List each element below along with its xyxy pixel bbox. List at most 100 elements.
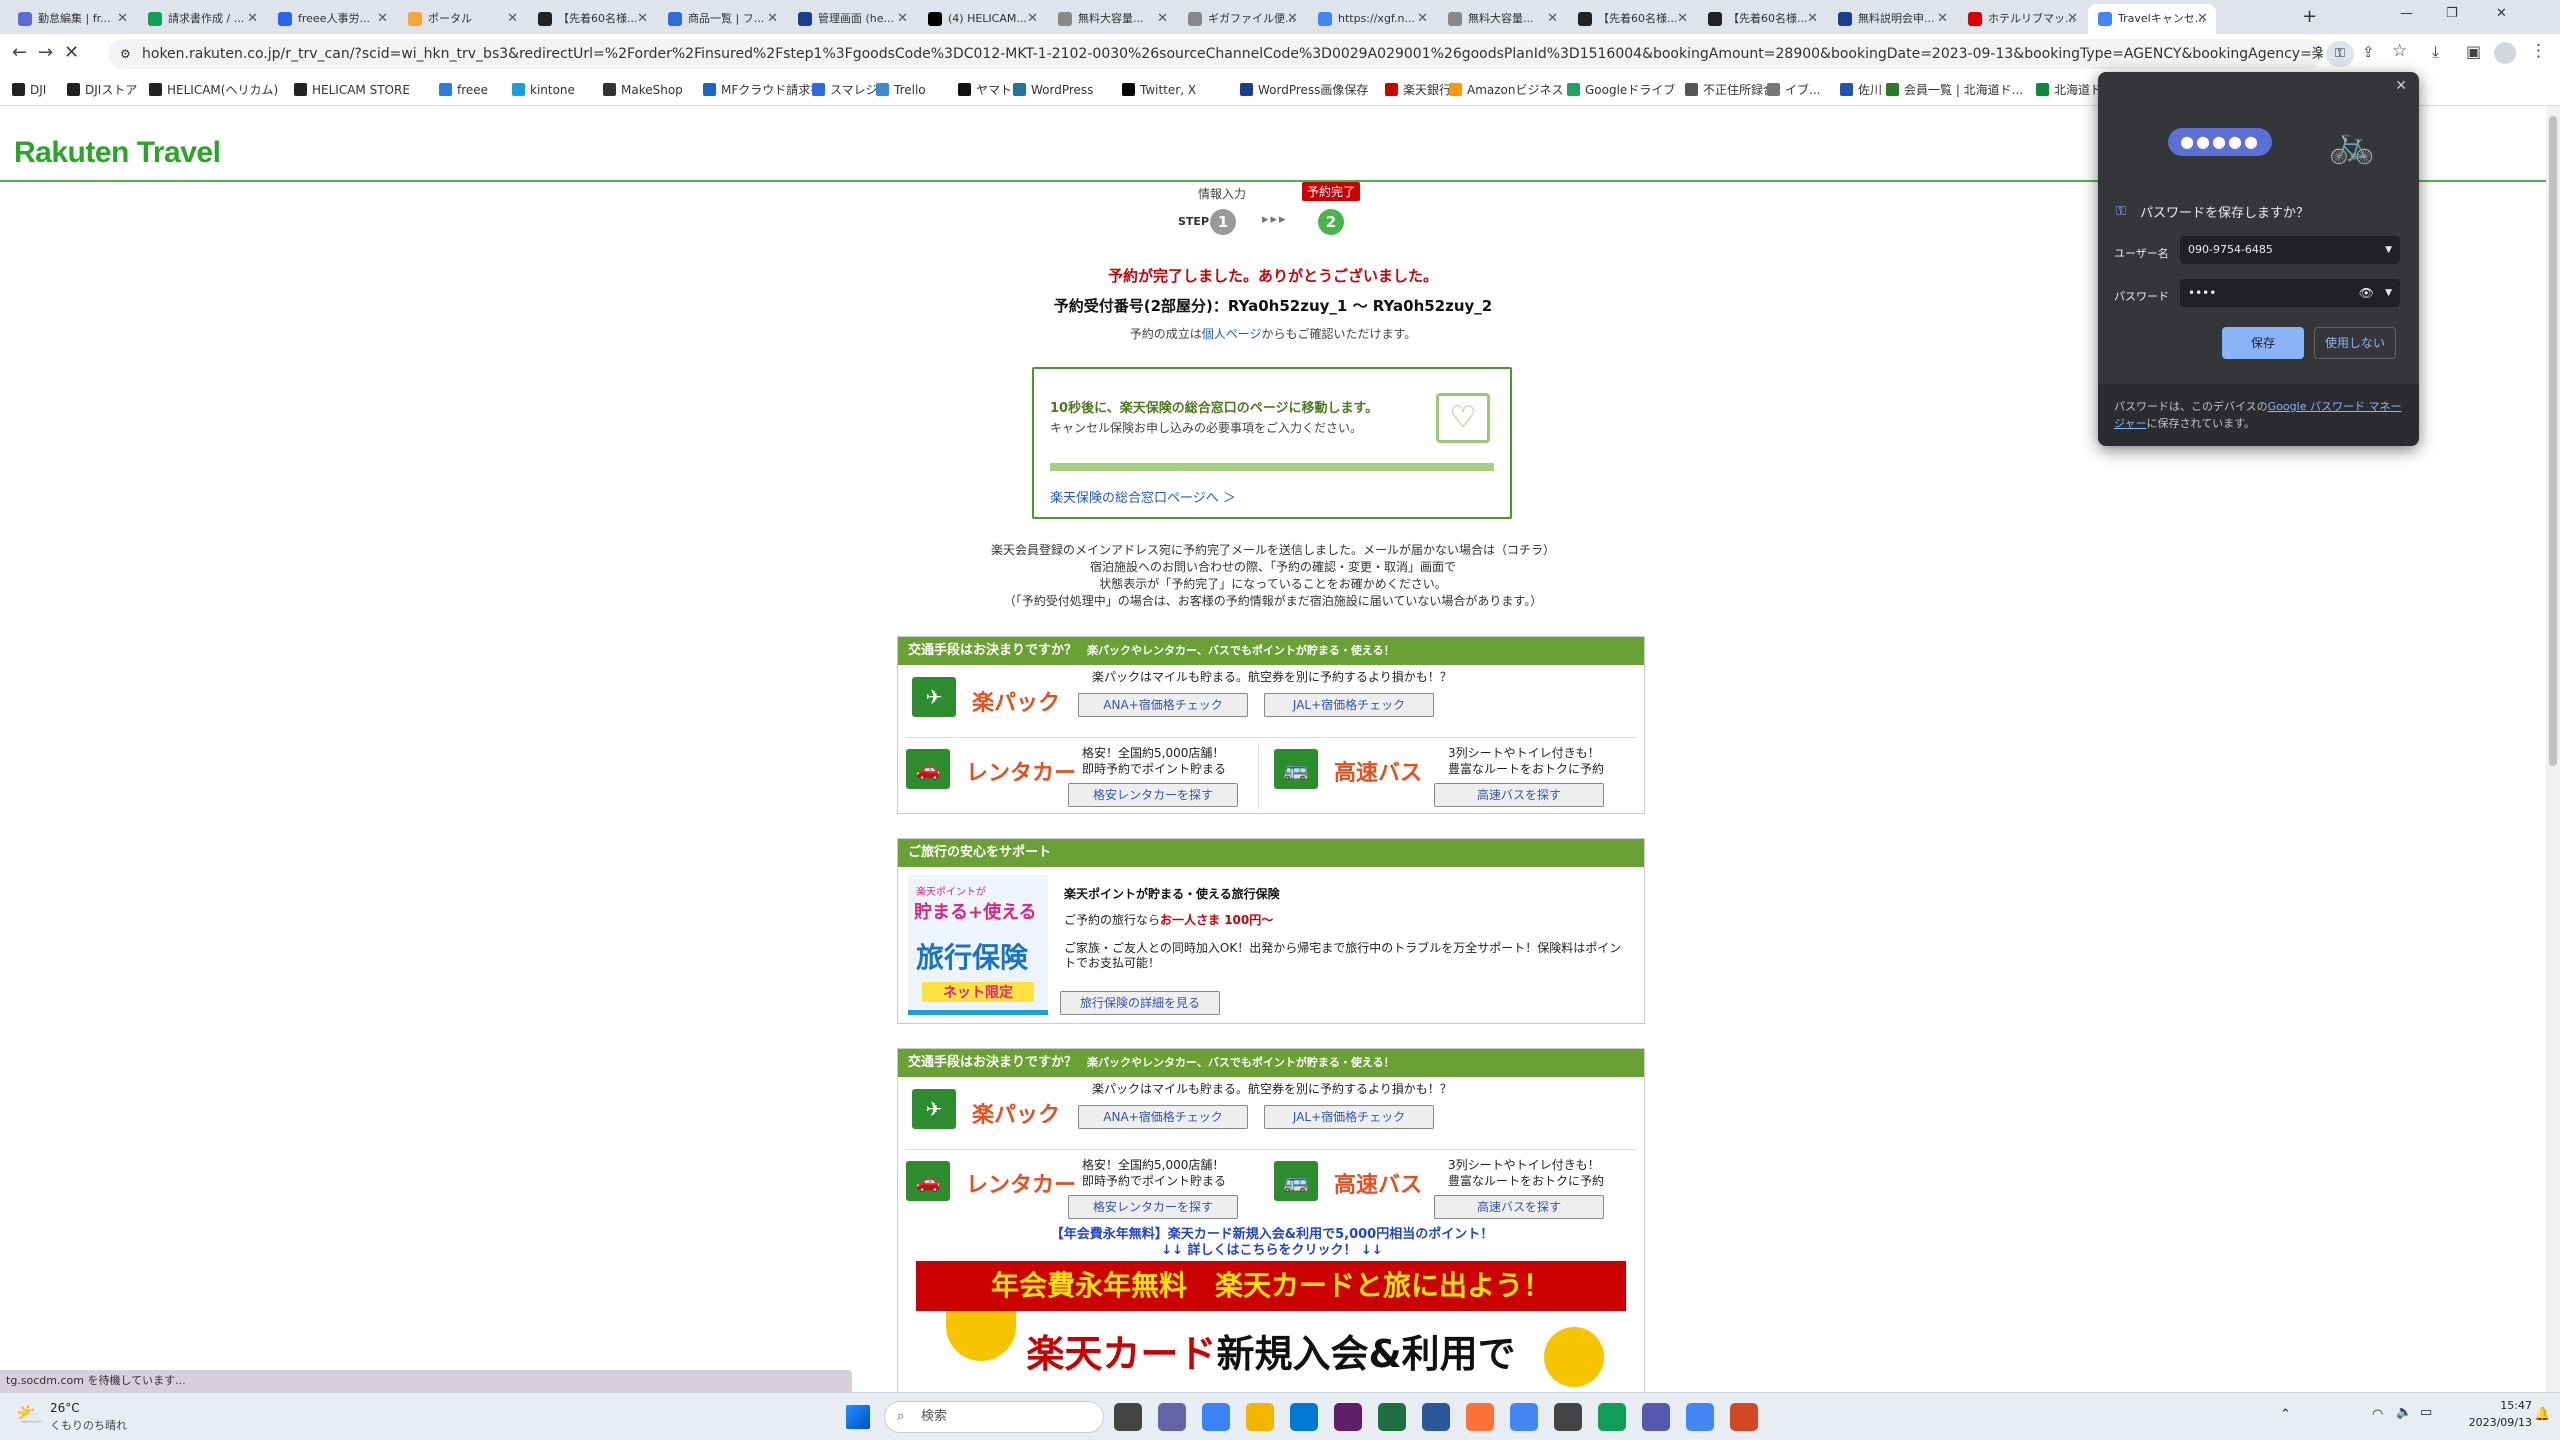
bookmark-item[interactable]: freee	[439, 74, 488, 106]
browser-tab[interactable]: 勤怠編集 | fr... ✕	[8, 4, 136, 34]
browser-tab[interactable]: ポータル ✕	[398, 4, 526, 34]
profile-avatar[interactable]	[2494, 42, 2516, 64]
card-promo-line2[interactable]: ↓↓ 詳しくはこちらをクリック！ ↓↓	[898, 1239, 1646, 1258]
bookmark-item[interactable]: 不正住所録合	[1685, 74, 1775, 106]
back-icon[interactable]: ←	[12, 42, 27, 63]
bookmark-item[interactable]: HELICAM STORE	[294, 74, 410, 106]
bookmark-item[interactable]: Trello	[876, 74, 926, 106]
tab-close-icon[interactable]: ✕	[247, 4, 258, 34]
key-icon[interactable]: ⚿	[2326, 41, 2354, 67]
settings-icon[interactable]	[1290, 1403, 1318, 1431]
tab-close-icon[interactable]: ✕	[1287, 4, 1298, 34]
chevron-down-icon[interactable]: ▼	[2385, 279, 2392, 307]
browser-tab[interactable]: (4) HELICAM... ✕	[918, 4, 1046, 34]
browser-tab[interactable]: 商品一覧 | フ... ✕	[658, 4, 786, 34]
rakuten-travel-logo[interactable]: Rakuten Travel	[14, 136, 221, 170]
minimize-icon[interactable]: —	[2400, 6, 2413, 21]
forward-icon[interactable]: →	[38, 42, 53, 63]
browser-tab[interactable]: 無料説明会申... ✕	[1828, 4, 1956, 34]
slack-icon[interactable]	[1334, 1403, 1362, 1431]
bookmark-item[interactable]: Googleドライブ	[1567, 74, 1675, 106]
tab-close-icon[interactable]: ✕	[1027, 4, 1038, 34]
site-info-icon[interactable]: ⚙	[120, 39, 131, 69]
bus-label[interactable]: 高速バス	[1334, 1167, 1422, 1199]
tab-close-icon[interactable]: ✕	[1157, 4, 1168, 34]
windows-start-icon[interactable]	[846, 1405, 870, 1429]
tab-close-icon[interactable]: ✕	[377, 4, 388, 34]
stop-icon[interactable]: ✕	[64, 42, 79, 63]
browser-tab[interactable]: 【先着60名様... ✕	[528, 4, 656, 34]
bookmark-item[interactable]: ヤマト	[958, 74, 1012, 106]
firefox-icon[interactable]	[1466, 1403, 1494, 1431]
bookmark-item[interactable]: MFクラウド請求書	[703, 74, 822, 106]
browser-tab[interactable]: 管理画面 (he... ✕	[788, 4, 916, 34]
tab-close-icon[interactable]: ✕	[1937, 4, 1948, 34]
save-button[interactable]: 保存	[2222, 327, 2304, 359]
ana-check-button[interactable]: ANA+宿価格チェック	[1078, 693, 1248, 717]
volume-icon[interactable]: 🔈	[2396, 1405, 2412, 1420]
copilot-icon[interactable]	[1202, 1403, 1230, 1431]
jal-check-button[interactable]: JAL+宿価格チェック	[1264, 693, 1434, 717]
clock-date[interactable]: 2023/09/13	[2460, 1416, 2532, 1429]
bus-search-button[interactable]: 高速バスを探す	[1434, 783, 1604, 807]
restore-icon[interactable]: ❐	[2446, 6, 2458, 21]
close-window-icon[interactable]: ✕	[2496, 6, 2507, 21]
browser-tab[interactable]: https://xgf.n... ✕	[1308, 4, 1436, 34]
share-icon[interactable]: ⇪	[2362, 43, 2375, 61]
rentacar-label[interactable]: レンタカー	[966, 755, 1076, 787]
rentacar-label[interactable]: レンタカー	[966, 1167, 1076, 1199]
bookmark-item[interactable]: DJIストア	[67, 74, 137, 106]
tab-close-icon[interactable]: ✕	[2067, 4, 2078, 34]
bus-label[interactable]: 高速バス	[1334, 755, 1422, 787]
browser-tab[interactable]: 【先着60名様... ✕	[1568, 4, 1696, 34]
notification-bell-icon[interactable]: 🔔	[2534, 1407, 2550, 1422]
bookmark-item[interactable]: WordPress画像保存	[1240, 74, 1368, 106]
tab-close-icon[interactable]: ✕	[1807, 4, 1818, 34]
jal-check-button[interactable]: JAL+宿価格チェック	[1264, 1105, 1434, 1129]
page-scrollbar[interactable]	[2546, 106, 2560, 1402]
taskbar-search[interactable]: ⌕ 検索	[884, 1401, 1104, 1433]
word-icon[interactable]	[1422, 1403, 1450, 1431]
bookmark-item[interactable]: Twitter, X	[1122, 74, 1196, 106]
bookmark-item[interactable]: スマレジ	[812, 74, 878, 106]
tab-close-icon[interactable]: ✕	[507, 4, 518, 34]
browser-tab[interactable]: ギガファイル便... ✕	[1178, 4, 1306, 34]
chevron-down-icon[interactable]: ▼	[2385, 236, 2392, 264]
username-field[interactable]: 090-9754-6485 ▼	[2180, 236, 2400, 264]
tab-close-icon[interactable]: ✕	[1677, 4, 1688, 34]
tab-close-icon[interactable]: ✕	[897, 4, 908, 34]
browser-tab[interactable]: ホテルリブマッ... ✕	[1958, 4, 2086, 34]
url-bar[interactable]: ⚙ hoken.rakuten.co.jp/r_trv_can/?scid=wi…	[108, 39, 2323, 69]
tab-close-icon[interactable]: ✕	[767, 4, 778, 34]
insurance-banner[interactable]: 楽天ポイントが 貯まる+使える 旅行保険 ネット限定	[908, 875, 1048, 1015]
password-field[interactable]: •••• 👁 ▼	[2180, 279, 2400, 307]
chevron-up-icon[interactable]: ⌃	[2280, 1407, 2291, 1422]
bus-search-button[interactable]: 高速バスを探す	[1434, 1195, 1604, 1219]
bookmark-item[interactable]: HELICAM(ヘリカム)	[149, 74, 278, 106]
bookmark-item[interactable]: WordPress	[1013, 74, 1093, 106]
bookmark-item[interactable]: 佐川	[1840, 74, 1882, 106]
sidepanel-icon[interactable]: ▣	[2466, 42, 2481, 61]
battery-icon[interactable]: ▭	[2420, 1405, 2432, 1420]
bookmark-item[interactable]: 楽天銀行	[1385, 74, 1451, 106]
chrome-active-icon[interactable]	[1686, 1403, 1714, 1431]
edge-icon[interactable]	[1598, 1403, 1626, 1431]
scrollbar-thumb[interactable]	[2549, 116, 2557, 766]
explorer-icon[interactable]	[1246, 1403, 1274, 1431]
download-icon[interactable]: ⤓	[2432, 42, 2439, 62]
bookmark-item[interactable]: Amazonビジネス	[1449, 74, 1564, 106]
wifi-icon[interactable]: ◠	[2372, 1407, 2383, 1422]
tab-close-icon[interactable]: ✕	[117, 4, 128, 34]
chat-icon[interactable]	[1158, 1403, 1186, 1431]
card-banner[interactable]: 年会費永年無料 楽天カードと旅に出よう！ 楽天カード新規入会&利用で	[916, 1261, 1626, 1402]
insurance-detail-button[interactable]: 旅行保険の詳細を見る	[1060, 991, 1220, 1015]
teams-icon[interactable]	[1642, 1403, 1670, 1431]
task-view-icon[interactable]	[1114, 1403, 1142, 1431]
bookmark-item[interactable]: 会員一覧 | 北海道ド...	[1886, 74, 2023, 106]
browser-tab[interactable]: 【先着60名様... ✕	[1698, 4, 1826, 34]
browser-tab[interactable]: 無料大容量... ✕	[1048, 4, 1176, 34]
tab-close-icon[interactable]: ✕	[1547, 4, 1558, 34]
tab-close-icon[interactable]: ✕	[1417, 4, 1428, 34]
redirect-link[interactable]: 楽天保険の総合窓口ページへ ＞	[1050, 487, 1236, 506]
browser-tab[interactable]: 請求書作成 / ... ✕	[138, 4, 266, 34]
